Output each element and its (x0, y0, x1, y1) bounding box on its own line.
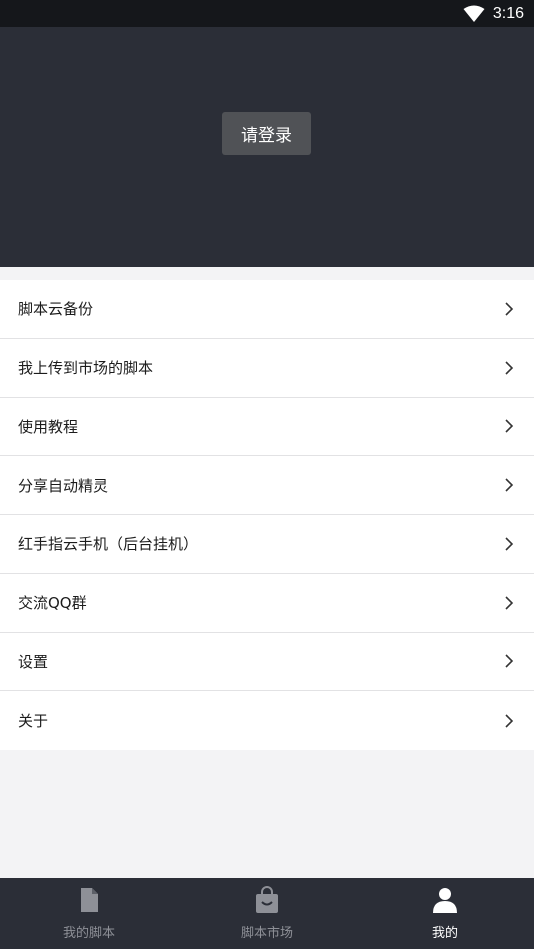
chevron-right-icon (505, 596, 514, 610)
chevron-right-icon (505, 478, 514, 492)
chevron-right-icon (505, 419, 514, 433)
menu-item-qq-group[interactable]: 交流QQ群 (0, 574, 534, 633)
menu-item-label: 关于 (18, 712, 49, 731)
wifi-icon (463, 5, 485, 22)
menu-item-label: 分享自动精灵 (18, 476, 109, 495)
document-icon (81, 888, 98, 912)
chevron-right-icon (505, 654, 514, 668)
menu-item-label: 我上传到市场的脚本 (18, 359, 154, 378)
chevron-right-icon (505, 302, 514, 316)
menu-item-label: 红手指云手机（后台挂机） (18, 535, 199, 554)
menu-item-cloud-backup[interactable]: 脚本云备份 (0, 280, 534, 339)
menu-item-share[interactable]: 分享自动精灵 (0, 456, 534, 515)
status-time: 3:16 (492, 4, 524, 22)
menu-item-settings[interactable]: 设置 (0, 633, 534, 692)
tab-label: 我的脚本 (62, 926, 115, 941)
chevron-right-icon (505, 714, 514, 728)
tab-label: 我的 (431, 926, 458, 941)
login-button[interactable]: 请登录 (222, 112, 311, 155)
profile-header: 请登录 (0, 27, 534, 267)
menu-item-label: 交流QQ群 (18, 594, 87, 613)
menu-item-label: 使用教程 (18, 417, 79, 436)
menu-item-tutorial[interactable]: 使用教程 (0, 398, 534, 457)
tab-script-market[interactable]: 脚本市场 (178, 878, 356, 949)
bottom-nav: 我的脚本 脚本市场 我的 (0, 878, 534, 949)
status-bar: 3:16 (0, 0, 534, 27)
menu-item-label: 脚本云备份 (18, 300, 94, 319)
tab-mine[interactable]: 我的 (356, 878, 534, 949)
menu-item-my-uploads[interactable]: 我上传到市场的脚本 (0, 339, 534, 398)
menu-item-about[interactable]: 关于 (0, 691, 534, 750)
tab-label: 脚本市场 (240, 926, 293, 941)
tab-my-scripts[interactable]: 我的脚本 (0, 878, 178, 949)
chevron-right-icon (505, 361, 514, 375)
chevron-right-icon (505, 537, 514, 551)
shopping-bag-icon (256, 886, 278, 913)
menu-item-label: 设置 (18, 652, 49, 671)
settings-menu: 脚本云备份 我上传到市场的脚本 使用教程 分享自动精灵 红手指云手机（后台挂机）… (0, 280, 534, 750)
person-icon (433, 888, 457, 913)
menu-item-cloud-phone[interactable]: 红手指云手机（后台挂机） (0, 515, 534, 574)
